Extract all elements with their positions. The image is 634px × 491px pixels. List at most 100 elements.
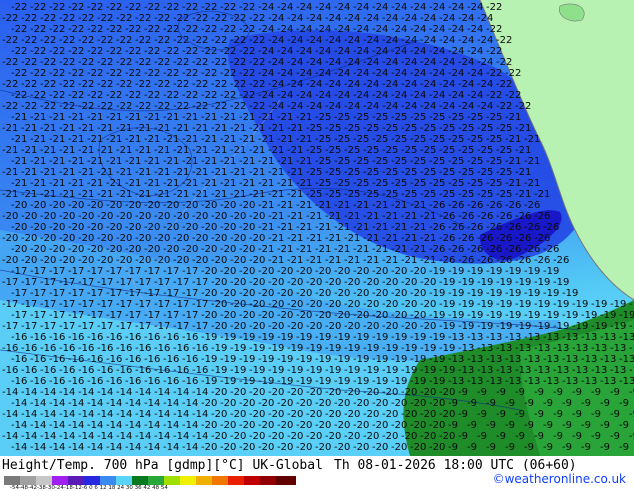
isotherm-label: -20	[325, 299, 341, 310]
isotherm-label: -20	[40, 255, 56, 266]
isotherm-label: -16	[49, 376, 65, 387]
isotherm-label: -9	[581, 442, 591, 453]
isotherm-label: -24	[439, 101, 455, 112]
isotherm-label: -14	[144, 442, 160, 453]
isotherm-label: -14	[49, 398, 65, 409]
isotherm-label: -22	[230, 35, 246, 46]
isotherm-label: -24	[296, 46, 312, 57]
isotherm-label: -20	[391, 420, 407, 431]
isotherm-label: -26	[505, 222, 521, 233]
isotherm-label: -21	[296, 178, 312, 189]
isotherm-label: -19	[201, 354, 217, 365]
isotherm-label: -21	[68, 156, 84, 167]
isotherm-label: -26	[534, 255, 550, 266]
isotherm-label: -22	[239, 90, 255, 101]
isotherm-label: -25	[486, 134, 502, 145]
isotherm-label: -21	[59, 123, 75, 134]
isotherm-label: -19	[505, 266, 521, 277]
isotherm-label: -19	[543, 288, 559, 299]
isotherm-label: -22	[230, 57, 246, 68]
isotherm-label: -21	[315, 200, 331, 211]
isotherm-label: -9	[534, 387, 544, 398]
isotherm-label: -14	[182, 420, 198, 431]
isotherm-label: -19	[410, 354, 426, 365]
isotherm-label: -26	[486, 244, 502, 255]
isotherm-label: -21	[268, 167, 284, 178]
isotherm-label: -9	[553, 409, 563, 420]
isotherm-label: -9	[458, 387, 468, 398]
isotherm-label: -20	[382, 277, 398, 288]
isotherm-label: -14	[49, 420, 65, 431]
isotherm-label: -9	[505, 420, 515, 431]
isotherm-label: -13	[600, 376, 616, 387]
isotherm-label: -20	[325, 431, 341, 442]
isotherm-label: -22	[2, 57, 18, 68]
isotherm-label: -20	[277, 288, 293, 299]
isotherm-label: -24	[287, 57, 303, 68]
isotherm-label: -24	[344, 79, 360, 90]
isotherm-label: -22	[125, 24, 141, 35]
isotherm-label: -20	[439, 431, 455, 442]
temperature-field: -22 -22 -22 -22 -22 -22 -22 -22 -22 -22 -22 -22 -22-…	[0, 0, 634, 456]
isotherm-label: -20	[401, 431, 417, 442]
isotherm-label: -24	[287, 35, 303, 46]
isotherm-label: -22	[78, 101, 94, 112]
isotherm-label: -21	[173, 167, 189, 178]
isotherm-label: -24	[382, 79, 398, 90]
isotherm-label: -22	[11, 24, 27, 35]
isotherm-label: -25	[391, 178, 407, 189]
isotherm-label: -26	[477, 211, 493, 222]
isotherm-label: -22	[2, 79, 18, 90]
isotherm-label: -19	[258, 354, 274, 365]
isotherm-label: -19	[429, 288, 445, 299]
isotherm-label: -16	[97, 365, 113, 376]
isotherm-label: -19	[353, 376, 369, 387]
isotherm-label: -21	[268, 189, 284, 200]
isotherm-label: -17	[163, 288, 179, 299]
isotherm-label: -22	[182, 2, 198, 13]
isotherm-label: -21	[97, 189, 113, 200]
isotherm-label: -20	[258, 398, 274, 409]
isotherm-label: -20	[220, 398, 236, 409]
isotherm-label: -20	[211, 409, 227, 420]
isotherm-label: -26	[524, 222, 540, 233]
isotherm-label: -20	[334, 288, 350, 299]
isotherm-label: -22	[87, 24, 103, 35]
isotherm-label: -17	[49, 266, 65, 277]
isotherm-label: -13	[600, 354, 616, 365]
isotherm-label: -20	[287, 277, 303, 288]
isotherm-label: -13	[591, 343, 607, 354]
isotherm-label: -20	[344, 387, 360, 398]
isotherm-label: -21	[182, 112, 198, 123]
isotherm-label: -19	[249, 343, 265, 354]
isotherm-label: -22	[59, 79, 75, 90]
isotherm-label: -21	[49, 134, 65, 145]
isotherm-label: -26	[515, 255, 531, 266]
isotherm-label: -16	[116, 343, 132, 354]
isotherm-label: -26	[458, 211, 474, 222]
isotherm-label: -13	[458, 365, 474, 376]
isotherm-label: -20	[230, 277, 246, 288]
isotherm-label: -20	[258, 420, 274, 431]
isotherm-label: -20	[410, 442, 426, 453]
isotherm-label: -19	[372, 354, 388, 365]
isotherm-label: -13	[486, 332, 502, 343]
isotherm-label: -20	[268, 409, 284, 420]
isotherm-label: -17	[125, 266, 141, 277]
isotherm-label: -21	[211, 167, 227, 178]
isotherm-label: -20	[59, 255, 75, 266]
isotherm-label: -21	[87, 134, 103, 145]
credit-link[interactable]: ©weatheronline.co.uk	[493, 472, 626, 486]
isotherm-label: -20	[211, 255, 227, 266]
isotherm-label: -21	[2, 167, 18, 178]
isotherm-label: -16	[21, 365, 37, 376]
isotherm-label: -13	[477, 365, 493, 376]
isotherm-label: -16	[125, 354, 141, 365]
isotherm-label: -20	[287, 321, 303, 332]
isotherm-label: -22	[144, 68, 160, 79]
isotherm-label: -25	[439, 145, 455, 156]
isotherm-label: -16	[144, 332, 160, 343]
isotherm-label: -16	[192, 343, 208, 354]
isotherm-label: -17	[87, 310, 103, 321]
map-title: Height/Temp. 700 hPa [gdmp][°C] UK-Globa…	[2, 458, 323, 473]
